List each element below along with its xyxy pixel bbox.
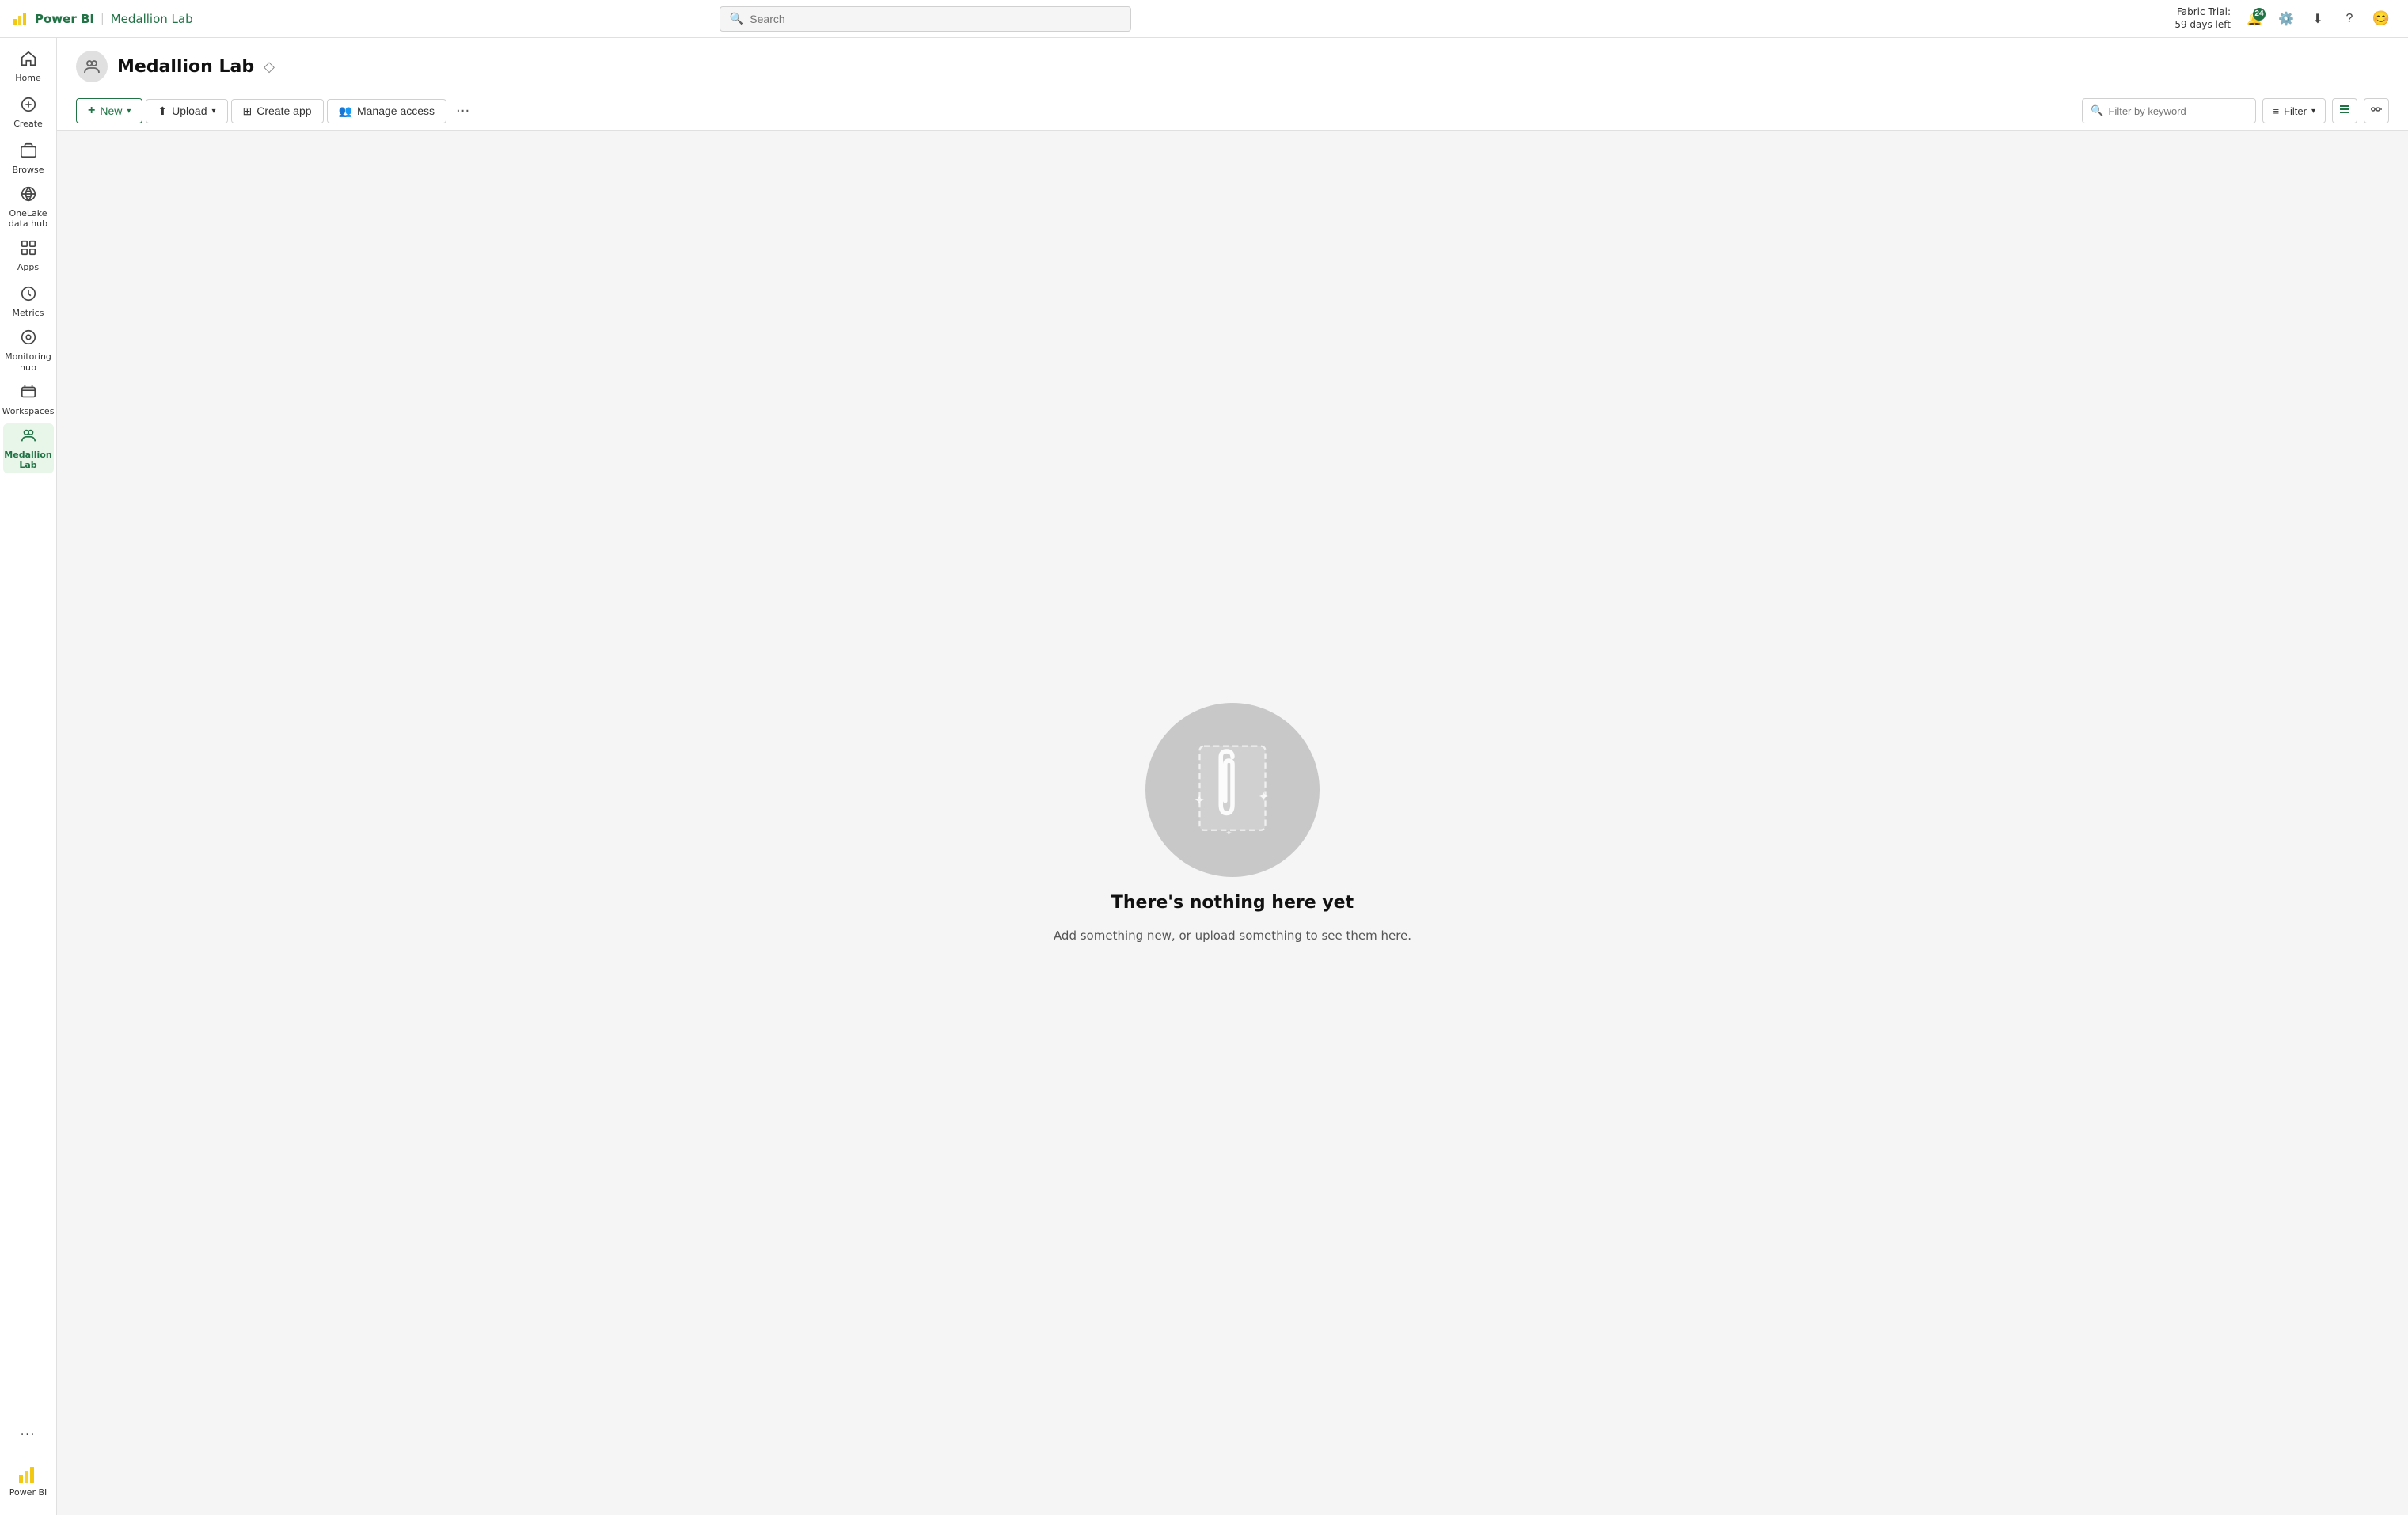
medallion-icon xyxy=(20,427,37,446)
browse-icon xyxy=(20,142,37,161)
upload-button[interactable]: ⬆ Upload ▾ xyxy=(146,99,227,123)
home-icon xyxy=(20,50,37,70)
sidebar-item-onelake[interactable]: OneLake data hub xyxy=(3,182,54,232)
settings-button[interactable]: ⚙️ xyxy=(2272,5,2300,33)
filter-input-wrap: 🔍 xyxy=(2082,98,2256,123)
svg-text:✦: ✦ xyxy=(1258,789,1269,804)
sidebar-item-medallion[interactable]: Medallion Lab xyxy=(3,423,54,473)
notification-badge: 24 xyxy=(2253,8,2266,21)
powerbi-logo-button[interactable]: Power BI xyxy=(3,1459,54,1502)
sidebar-item-browse[interactable]: Browse xyxy=(3,136,54,180)
svg-text:✦: ✦ xyxy=(1225,828,1232,838)
monitoring-icon xyxy=(20,328,37,348)
powerbi-bottom-label: Power BI xyxy=(9,1487,47,1498)
filter-icon: ≡ xyxy=(2273,105,2279,117)
search-input[interactable] xyxy=(750,13,1121,25)
empty-illustration: ✦ ✦ ✦ xyxy=(1145,703,1320,877)
grid-view-icon xyxy=(2370,103,2383,120)
more-options-button[interactable]: ··· xyxy=(450,100,476,123)
empty-state: ✦ ✦ ✦ There's nothing here yet Add somet… xyxy=(57,131,2408,1515)
create-icon xyxy=(20,96,37,116)
account-button[interactable]: 😊 xyxy=(2367,5,2395,33)
workspace-header: Medallion Lab ◇ + New ▾ ⬆ Upload ▾ ⊞ Cre… xyxy=(57,38,2408,131)
sidebar-home-label: Home xyxy=(15,73,40,83)
metrics-icon xyxy=(20,285,37,305)
filter-chevron-icon: ▾ xyxy=(2311,107,2315,116)
upload-chevron-icon: ▾ xyxy=(212,107,216,116)
filter-search-icon: 🔍 xyxy=(2091,105,2103,117)
upload-icon: ⬆ xyxy=(158,104,167,118)
sidebar-create-label: Create xyxy=(13,119,43,129)
keyword-filter-input[interactable] xyxy=(2108,105,2247,117)
powerbi-label: Power BI xyxy=(35,12,94,26)
sidebar-onelake-label: OneLake data hub xyxy=(9,208,47,229)
sidebar-item-metrics[interactable]: Metrics xyxy=(3,279,54,324)
create-app-button[interactable]: ⊞ Create app xyxy=(231,99,324,123)
content-area: Medallion Lab ◇ + New ▾ ⬆ Upload ▾ ⊞ Cre… xyxy=(57,38,2408,1515)
sidebar-item-home[interactable]: Home xyxy=(3,44,54,89)
onelake-icon xyxy=(20,185,37,205)
download-icon: ⬇ xyxy=(2312,11,2323,27)
new-button[interactable]: + New ▾ xyxy=(76,98,142,123)
sidebar-apps-label: Apps xyxy=(17,262,39,272)
gear-icon: ⚙️ xyxy=(2278,11,2294,27)
more-icon: ··· xyxy=(21,1430,36,1441)
empty-illustration-svg: ✦ ✦ ✦ xyxy=(1185,735,1280,845)
trial-info: Fabric Trial: 59 days left xyxy=(2174,6,2231,31)
apps-icon xyxy=(20,239,37,259)
sidebar-item-create[interactable]: Create xyxy=(3,90,54,135)
toolbar: + New ▾ ⬆ Upload ▾ ⊞ Create app 👥 Manage… xyxy=(76,92,2389,130)
topbar: Power BI | Medallion Lab 🔍 Fabric Trial:… xyxy=(0,0,2408,38)
sidebar-item-monitoring[interactable]: Monitoring hub xyxy=(3,325,54,375)
sidebar-item-more[interactable]: ··· xyxy=(3,1413,54,1457)
help-button[interactable]: ? xyxy=(2335,5,2364,33)
sidebar-metrics-label: Metrics xyxy=(13,308,44,318)
list-view-icon xyxy=(2338,103,2351,120)
grid-view-button[interactable] xyxy=(2364,98,2389,123)
search-icon: 🔍 xyxy=(730,13,743,25)
plus-icon: + xyxy=(88,104,95,118)
powerbi-icon xyxy=(13,11,28,27)
help-icon: ? xyxy=(2346,12,2353,26)
workspace-title: Medallion Lab xyxy=(117,57,254,77)
svg-text:✦: ✦ xyxy=(1194,792,1205,807)
download-button[interactable]: ⬇ xyxy=(2304,5,2332,33)
app-logo: Power BI | Medallion Lab xyxy=(13,11,193,27)
diamond-icon[interactable]: ◇ xyxy=(264,59,275,75)
sidebar-monitoring-label: Monitoring hub xyxy=(5,351,51,372)
sidebar-item-workspaces[interactable]: Workspaces xyxy=(3,378,54,422)
workspaces-icon xyxy=(20,383,37,403)
list-view-button[interactable] xyxy=(2332,98,2357,123)
toolbar-right: 🔍 ≡ Filter ▾ xyxy=(2082,98,2389,123)
powerbi-logo-icon xyxy=(17,1464,40,1486)
sidebar-item-apps[interactable]: Apps xyxy=(3,234,54,278)
notifications-button[interactable]: 🔔 24 xyxy=(2240,5,2269,33)
main-layout: Home Create Browse xyxy=(0,38,2408,1515)
empty-subtitle: Add something new, or upload something t… xyxy=(1054,928,1411,943)
sidebar-workspaces-label: Workspaces xyxy=(2,406,55,416)
filter-button[interactable]: ≡ Filter ▾ xyxy=(2262,98,2326,123)
create-app-icon: ⊞ xyxy=(243,104,253,118)
workspace-avatar xyxy=(76,51,108,82)
search-bar: 🔍 xyxy=(720,6,1131,32)
topbar-right: Fabric Trial: 59 days left 🔔 24 ⚙️ ⬇ ? 😊 xyxy=(2174,5,2395,33)
sidebar-browse-label: Browse xyxy=(12,165,44,175)
sidebar: Home Create Browse xyxy=(0,38,57,1515)
empty-title: There's nothing here yet xyxy=(1111,893,1354,913)
smiley-icon: 😊 xyxy=(2372,10,2390,27)
manage-access-button[interactable]: 👥 Manage access xyxy=(327,99,447,123)
manage-access-icon: 👥 xyxy=(339,104,352,118)
new-chevron-icon: ▾ xyxy=(127,107,131,116)
topbar-workspace-name: Medallion Lab xyxy=(111,12,193,26)
sidebar-medallion-label: Medallion Lab xyxy=(4,450,51,470)
